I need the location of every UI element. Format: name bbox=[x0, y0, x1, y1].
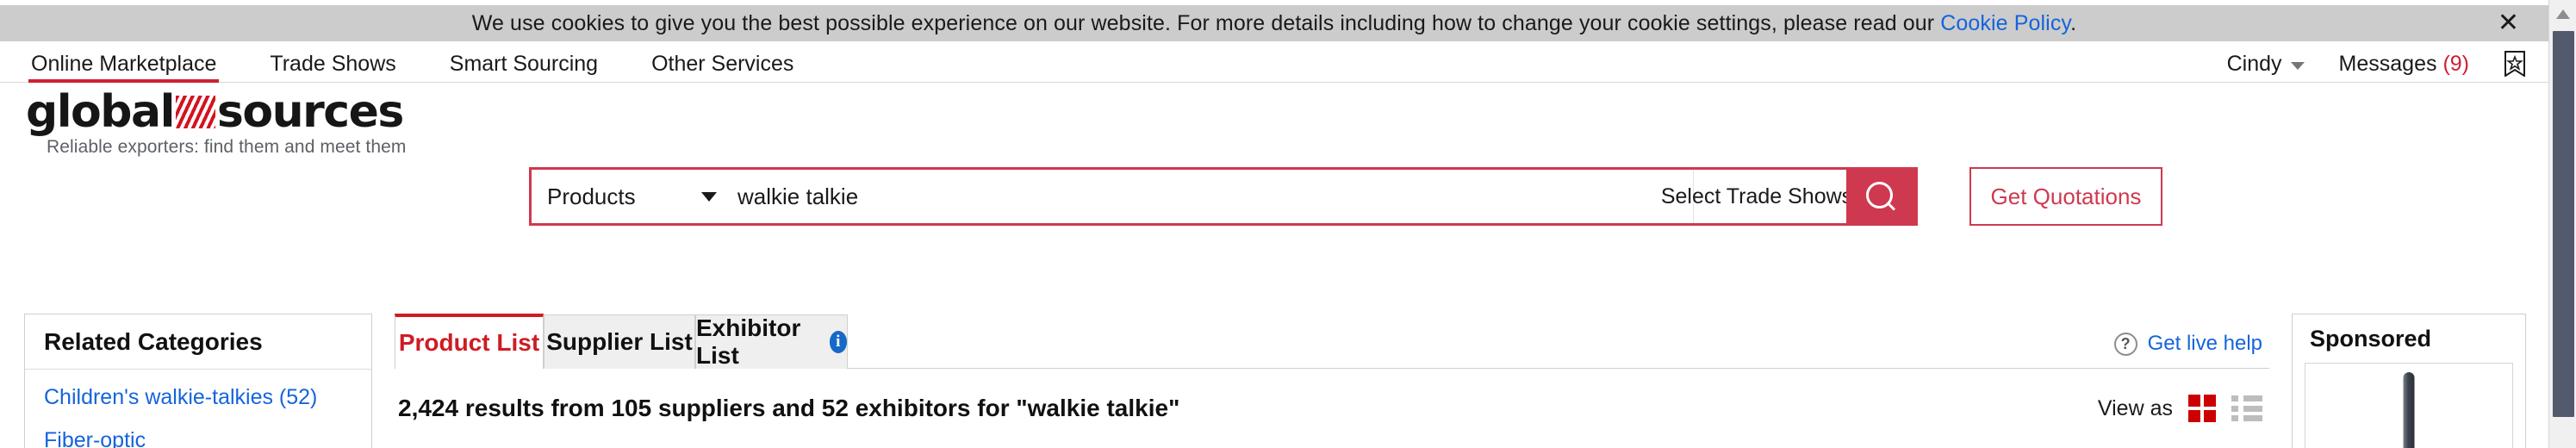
search-input[interactable] bbox=[734, 170, 1693, 223]
search-category-label: Products bbox=[547, 183, 636, 209]
top-navigation-account: Cindy Messages (9) bbox=[2227, 51, 2548, 82]
question-mark-icon: ? bbox=[2113, 332, 2137, 356]
logo-wordmark: global sources bbox=[26, 90, 474, 134]
chevron-down-icon bbox=[701, 191, 717, 202]
top-navigation-items: Online Marketplace Trade Shows Smart Sou… bbox=[0, 41, 847, 83]
bookmark-star-icon[interactable] bbox=[2504, 51, 2526, 78]
messages-count: (9) bbox=[2442, 51, 2469, 76]
info-icon[interactable]: i bbox=[829, 331, 847, 353]
messages-link[interactable]: Messages (9) bbox=[2339, 52, 2469, 77]
red-stripes-icon bbox=[175, 96, 215, 128]
related-category-fiber-optic[interactable]: Fiber-optic bbox=[44, 428, 352, 448]
cookie-policy-link[interactable]: Cookie Policy bbox=[1940, 11, 2070, 35]
close-icon[interactable]: ✕ bbox=[2498, 10, 2519, 36]
view-as-label: View as bbox=[2097, 395, 2173, 420]
related-categories-list: Children's walkie-talkies (52) Fiber-opt… bbox=[25, 370, 371, 448]
results-tabs: Product List Supplier List Exhibitor Lis… bbox=[395, 314, 2269, 369]
site-logo[interactable]: global sources Reliable exporters: find t… bbox=[26, 90, 474, 158]
nav-item-other-services[interactable]: Other Services bbox=[651, 53, 793, 82]
page-root: We use cookies to give you the best poss… bbox=[0, 0, 2576, 448]
antenna-product-image bbox=[2403, 372, 2415, 448]
tab-supplier-list[interactable]: Supplier List bbox=[544, 314, 695, 369]
related-category-childrens-walkie-talkies[interactable]: Children's walkie-talkies (52) bbox=[44, 385, 352, 410]
nav-item-smart-sourcing[interactable]: Smart Sourcing bbox=[450, 53, 598, 82]
messages-label: Messages bbox=[2338, 51, 2443, 76]
get-quotations-button[interactable]: Get Quotations bbox=[1969, 167, 2162, 226]
top-navigation: Online Marketplace Trade Shows Smart Sou… bbox=[0, 41, 2548, 83]
sponsored-title: Sponsored bbox=[2310, 325, 2432, 352]
scroll-up-arrow-icon[interactable] bbox=[2549, 0, 2576, 28]
nav-item-trade-shows[interactable]: Trade Shows bbox=[270, 53, 395, 82]
logo-tagline: Reliable exporters: find them and meet t… bbox=[47, 137, 407, 157]
search-category-dropdown[interactable]: Products bbox=[532, 170, 734, 223]
related-categories-title: Related Categories bbox=[25, 314, 371, 370]
cookie-banner-message: We use cookies to give you the best poss… bbox=[471, 10, 1941, 35]
page-scrollbar[interactable] bbox=[2548, 0, 2576, 448]
results-panel: Product List Supplier List Exhibitor Lis… bbox=[395, 314, 2269, 448]
results-summary-row: 2,424 results from 105 suppliers and 52 … bbox=[395, 369, 2269, 448]
logo-word-sources: sources bbox=[216, 86, 404, 138]
search-bar: Products Select Trade Shows bbox=[529, 167, 1918, 226]
logo-word-global: global bbox=[26, 86, 175, 138]
get-live-help-label: Get live help bbox=[2147, 332, 2262, 355]
trade-shows-dropdown[interactable]: Select Trade Shows bbox=[1661, 170, 1876, 223]
tab-product-list[interactable]: Product List bbox=[395, 314, 544, 369]
cookie-banner: We use cookies to give you the best poss… bbox=[0, 5, 2548, 41]
get-live-help-link[interactable]: ? Get live help bbox=[2113, 332, 2262, 356]
cookie-banner-period: . bbox=[2070, 10, 2077, 35]
user-name-label: Cindy bbox=[2226, 51, 2282, 76]
cookie-banner-text: We use cookies to give you the best poss… bbox=[472, 11, 2076, 36]
trade-shows-label: Select Trade Shows bbox=[1660, 184, 1853, 208]
view-as-controls: View as bbox=[2098, 395, 2262, 422]
list-view-icon[interactable] bbox=[2231, 395, 2262, 421]
related-categories-panel: Related Categories Children's walkie-tal… bbox=[24, 314, 372, 448]
tab-exhibitor-label: Exhibitor List bbox=[696, 314, 801, 369]
search-icon bbox=[1866, 182, 1895, 211]
sponsored-panel: Sponsored bbox=[2292, 314, 2526, 448]
tab-exhibitor-list[interactable]: Exhibitor List i bbox=[695, 314, 848, 369]
sponsored-product-card[interactable] bbox=[2305, 363, 2513, 448]
user-menu[interactable]: Cindy bbox=[2227, 52, 2305, 77]
scrollbar-thumb[interactable] bbox=[2553, 31, 2574, 417]
results-summary: 2,424 results from 105 suppliers and 52 … bbox=[398, 395, 1180, 421]
chevron-down-icon bbox=[2290, 61, 2305, 70]
nav-item-online-marketplace[interactable]: Online Marketplace bbox=[28, 53, 220, 83]
grid-view-icon[interactable] bbox=[2188, 395, 2216, 422]
search-button[interactable] bbox=[1846, 170, 1915, 223]
